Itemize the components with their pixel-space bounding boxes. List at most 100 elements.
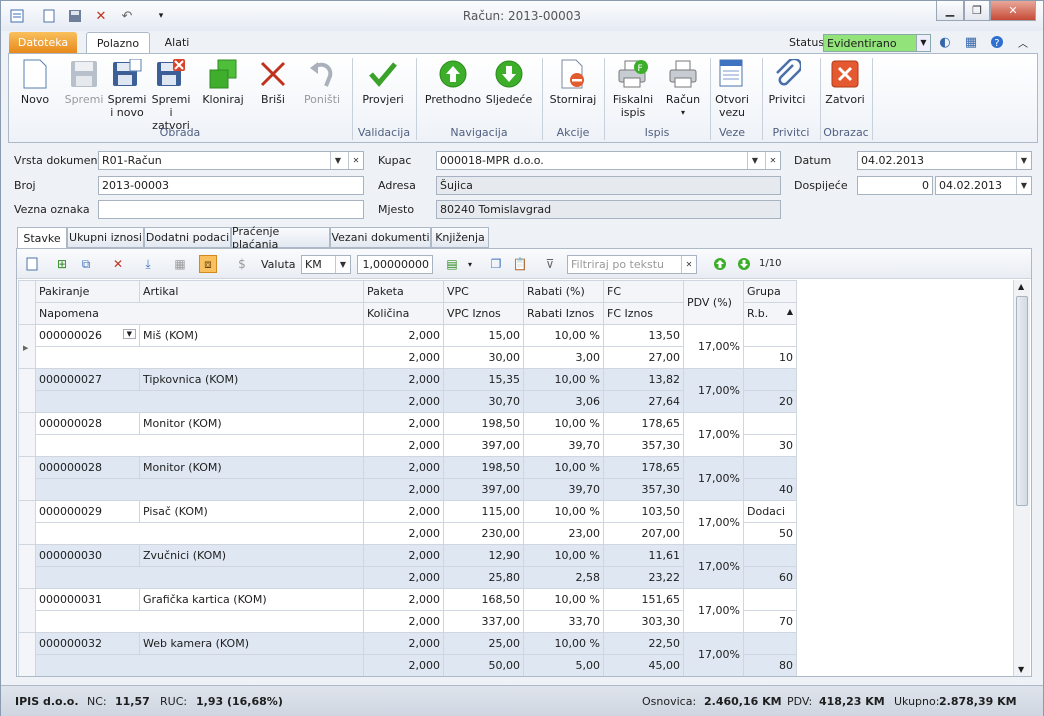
next-page-icon[interactable] — [735, 255, 753, 273]
table-row[interactable]: 000000028 Monitor (KOM) 2,000 198,50 10,00 %… — [18, 412, 797, 457]
cell-vpc-iznos[interactable]: 25,80 — [443, 566, 524, 589]
ponisti-button[interactable]: Poništi — [301, 58, 343, 106]
cell-rabati-pct[interactable]: 10,00 % — [523, 412, 604, 435]
cell-pdv[interactable]: 17,00% — [683, 324, 744, 369]
vrsta-dokumenta-select[interactable]: R01-Račun ▼ ✕ — [98, 151, 364, 170]
datum-field[interactable]: 04.02.2013 ▼ — [857, 151, 1032, 170]
row-indicator[interactable]: ▶ — [18, 324, 36, 369]
cell-artikal[interactable]: Miš (KOM) — [139, 324, 364, 347]
cell-napomena[interactable] — [35, 434, 364, 457]
cell-artikal[interactable]: Pisač (KOM) — [139, 500, 364, 523]
prev-page-icon[interactable] — [711, 255, 729, 273]
col-kolicina[interactable]: Količina — [363, 302, 444, 325]
table-row[interactable]: ▶ 000000026 ▼ Miš (KOM) 2,000 15,00 10,00 % 13,… — [18, 324, 797, 369]
cell-fc[interactable]: 11,61 — [603, 544, 684, 567]
clear-icon[interactable]: ✕ — [681, 256, 696, 273]
col-pakiranje[interactable]: Pakiranje — [35, 280, 140, 303]
dospijece-days-field[interactable]: 0 — [857, 176, 933, 195]
cell-rabati-pct[interactable]: 10,00 % — [523, 632, 604, 655]
chevron-down-icon[interactable]: ▾ — [461, 255, 479, 273]
racun-print-button[interactable]: Račun ▾ — [663, 58, 703, 119]
cell-fc-iznos[interactable]: 303,30 — [603, 610, 684, 633]
cell-fc[interactable]: 13,82 — [603, 368, 684, 391]
chevron-down-icon[interactable]: ▼ — [335, 256, 350, 273]
cell-rb[interactable]: 20 — [743, 390, 797, 413]
table-row[interactable]: 000000031 Grafička kartica (KOM) 2,000 168,… — [18, 588, 797, 633]
cell-rabati-pct[interactable]: 10,00 % — [523, 544, 604, 567]
cell-pakiranje[interactable]: 000000028 — [35, 456, 140, 479]
cell-fc[interactable]: 178,65 — [603, 456, 684, 479]
cell-vpc[interactable]: 198,50 — [443, 412, 524, 435]
cell-rb[interactable]: 50 — [743, 522, 797, 545]
col-napomena[interactable]: Napomena — [35, 302, 364, 325]
cell-paketa[interactable]: 2,000 — [363, 368, 444, 391]
tab-ukupni-iznosi[interactable]: Ukupni iznosi — [67, 227, 144, 248]
cell-vpc[interactable]: 115,00 — [443, 500, 524, 523]
cell-pakiranje[interactable]: 000000029 — [35, 500, 140, 523]
cell-vpc-iznos[interactable]: 337,00 — [443, 610, 524, 633]
add-row-icon[interactable]: ⊞ — [53, 255, 71, 273]
spremi-i-novo-button[interactable]: Spremi i novo — [107, 58, 147, 119]
cell-kolicina[interactable]: 2,000 — [363, 654, 444, 676]
cell-napomena[interactable] — [35, 654, 364, 676]
otvori-vezu-button[interactable]: Otvori vezu — [713, 58, 751, 119]
kupac-select[interactable]: 000018-MPR d.o.o. ▼ ✕ — [436, 151, 781, 170]
tab-pracenje-placanja[interactable]: Praćenje plaćanja — [231, 225, 330, 251]
row-indicator[interactable] — [18, 588, 36, 633]
cell-fc[interactable]: 103,50 — [603, 500, 684, 523]
delete-row-icon[interactable]: ✕ — [109, 255, 127, 273]
tecaj-field[interactable]: 1,00000000 — [357, 255, 433, 274]
cell-rabati-pct[interactable]: 10,00 % — [523, 368, 604, 391]
cell-paketa[interactable]: 2,000 — [363, 632, 444, 655]
cell-vpc-iznos[interactable]: 50,00 — [443, 654, 524, 676]
cell-artikal[interactable]: Grafička kartica (KOM) — [139, 588, 364, 611]
tab-stavke[interactable]: Stavke — [17, 227, 67, 249]
table-row[interactable]: 000000027 Tipkovnica (KOM) 2,000 15,35 10,00… — [18, 368, 797, 413]
cell-kolicina[interactable]: 2,000 — [363, 610, 444, 633]
cell-rabati-iznos[interactable]: 3,06 — [523, 390, 604, 413]
filter-search-input[interactable]: Filtriraj po tekstu ✕ — [567, 255, 697, 274]
table-row[interactable]: 000000029 Pisač (KOM) 2,000 115,00 10,00 % 10… — [18, 500, 797, 545]
cell-fc-iznos[interactable]: 207,00 — [603, 522, 684, 545]
table-row[interactable]: 000000032 Web kamera (KOM) 2,000 25,00 10,00… — [18, 632, 797, 676]
cell-rb[interactable]: 40 — [743, 478, 797, 501]
maximize-button[interactable]: ❐ — [964, 1, 990, 21]
table-row-detail[interactable]: 2,000 397,00 39,70 357,30 40 — [19, 478, 797, 501]
table-row[interactable]: 000000028 Monitor (KOM) 2,000 198,50 10,00 %… — [18, 456, 797, 501]
calculator-icon[interactable]: ▦ — [961, 33, 981, 51]
minimize-button[interactable]: ▁ — [936, 1, 964, 21]
valuta-select[interactable]: KM ▼ — [301, 255, 351, 274]
cell-rabati-pct[interactable]: 10,00 % — [523, 588, 604, 611]
help-icon[interactable]: ? — [987, 33, 1007, 51]
row-indicator[interactable] — [18, 632, 36, 676]
cell-grupa[interactable] — [743, 544, 797, 567]
tab-dodatni-podaci[interactable]: Dodatni podaci — [144, 227, 231, 248]
cell-pdv[interactable]: 17,00% — [683, 412, 744, 457]
cell-pdv[interactable]: 17,00% — [683, 368, 744, 413]
row-indicator[interactable] — [18, 544, 36, 589]
cell-kolicina[interactable]: 2,000 — [363, 390, 444, 413]
table-row-detail[interactable]: 2,000 50,00 5,00 45,00 80 — [19, 654, 797, 676]
chevron-down-icon[interactable]: ▼ — [330, 152, 345, 169]
cell-vpc[interactable]: 25,00 — [443, 632, 524, 655]
tab-vezani-dokumenti[interactable]: Vezani dokumenti — [330, 227, 431, 248]
sljedece-button[interactable]: Sljedeće — [485, 58, 533, 106]
status-select[interactable]: Evidentirano ▼ — [823, 34, 931, 52]
vezna-oznaka-field[interactable] — [98, 200, 364, 219]
cell-fc[interactable]: 13,50 — [603, 324, 684, 347]
cell-vpc-iznos[interactable]: 397,00 — [443, 434, 524, 457]
cell-paketa[interactable]: 2,000 — [363, 588, 444, 611]
cell-rabati-iznos[interactable]: 39,70 — [523, 434, 604, 457]
cell-kolicina[interactable]: 2,000 — [363, 434, 444, 457]
table-row-detail[interactable]: 2,000 25,80 2,58 23,22 60 — [19, 566, 797, 589]
cell-grupa[interactable] — [743, 456, 797, 479]
cell-pakiranje[interactable]: 000000027 — [35, 368, 140, 391]
cell-rabati-pct[interactable]: 10,00 % — [523, 456, 604, 479]
cell-napomena[interactable] — [35, 390, 364, 413]
tab-datoteka[interactable]: Datoteka — [9, 32, 77, 53]
fiskalni-ispis-button[interactable]: F Fiskalni ispis — [611, 58, 655, 119]
cell-fc-iznos[interactable]: 23,22 — [603, 566, 684, 589]
cell-pdv[interactable]: 17,00% — [683, 632, 744, 676]
scroll-thumb[interactable] — [1016, 296, 1028, 506]
zatvori-button[interactable]: Zatvori — [823, 58, 867, 106]
